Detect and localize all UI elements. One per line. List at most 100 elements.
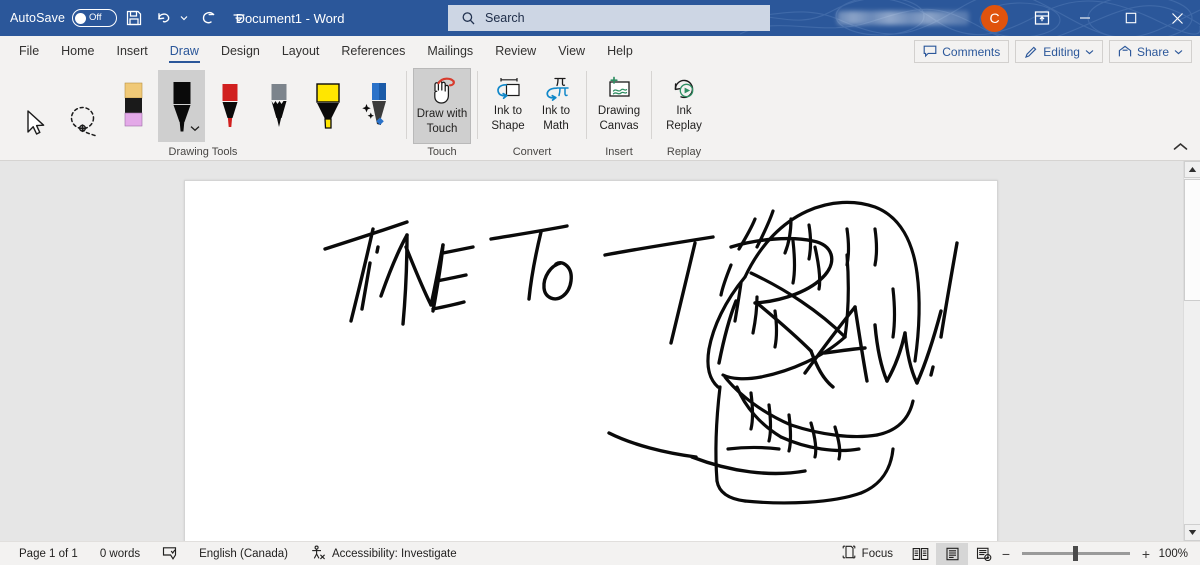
scroll-down-arrow-icon[interactable]	[1184, 524, 1200, 541]
pencil-icon	[1024, 45, 1038, 59]
zoom-in-button[interactable]: +	[1140, 546, 1152, 562]
ribbon-group-replay: Ink Replay Replay	[652, 65, 716, 161]
status-bar-left: Page 1 of 1 0 words English (Canada) Acc…	[0, 542, 468, 565]
eraser-tool[interactable]	[110, 70, 157, 142]
highlighter-icon	[316, 83, 340, 129]
close-button[interactable]	[1154, 0, 1200, 36]
ribbon: Drawing Tools Draw with Touch Touch Ink …	[0, 65, 1200, 161]
focus-mode-icon	[842, 545, 856, 562]
accessibility-status[interactable]: Accessibility: Investigate	[299, 542, 468, 565]
tab-layout[interactable]: Layout	[271, 36, 331, 65]
proofing-errors-icon[interactable]	[151, 542, 188, 565]
ink-to-shape-button[interactable]: Ink to Shape	[484, 68, 532, 144]
autosave-toggle[interactable]: Off	[72, 9, 118, 27]
title-bar: Document1 - Word AutoSave Off Search C	[0, 0, 1200, 36]
select-object-tool[interactable]	[12, 70, 59, 142]
save-icon[interactable]	[117, 3, 151, 33]
pen-red-tool[interactable]	[207, 70, 254, 142]
word-count[interactable]: 0 words	[89, 542, 151, 565]
maximize-button[interactable]	[1108, 0, 1154, 36]
ink-to-shape-label-line1: Ink to	[493, 105, 523, 117]
drawing-tools-items	[0, 65, 406, 144]
avatar[interactable]: C	[981, 4, 1008, 32]
tab-view[interactable]: View	[547, 36, 596, 65]
touch-items: Draw with Touch	[407, 65, 477, 144]
group-label-drawing-tools: Drawing Tools	[168, 146, 238, 158]
ribbon-group-touch: Draw with Touch Touch	[407, 65, 477, 161]
document-canvas-area	[0, 161, 1200, 545]
zoom-slider[interactable]	[1022, 546, 1130, 561]
focus-mode-button[interactable]: Focus	[831, 542, 904, 565]
replay-items: Ink Replay	[652, 65, 716, 144]
print-layout-button[interactable]	[936, 542, 968, 565]
highlighter-yellow-tool[interactable]	[305, 70, 352, 142]
editing-mode-button[interactable]: Editing	[1015, 40, 1103, 63]
ribbon-group-drawing-tools: Drawing Tools	[0, 65, 406, 161]
comments-button[interactable]: Comments	[914, 40, 1010, 63]
minimize-button[interactable]	[1062, 0, 1108, 36]
collapse-ribbon-chevron-icon[interactable]	[1173, 138, 1188, 156]
pencil-icon	[271, 84, 287, 127]
pen-icon	[222, 84, 238, 127]
ink-to-shape-label-line2: Shape	[491, 120, 525, 132]
pencil-gray-tool[interactable]	[256, 70, 303, 142]
tab-help[interactable]: Help	[596, 36, 644, 65]
tab-references[interactable]: References	[330, 36, 416, 65]
drawing-canvas-label-line2: Canvas	[599, 120, 639, 132]
ribbon-display-options-icon[interactable]	[1022, 0, 1062, 36]
chevron-down-icon[interactable]	[190, 119, 200, 137]
ink-replay-label-line2: Replay	[666, 120, 702, 132]
tab-label: Layout	[281, 43, 320, 58]
titlebar-right-controls: C	[837, 0, 1200, 36]
ink-replay-icon	[674, 79, 694, 99]
status-bar: Page 1 of 1 0 words English (Canada) Acc…	[0, 541, 1200, 565]
scroll-up-arrow-icon[interactable]	[1184, 161, 1200, 178]
avatar-initial: C	[989, 10, 1000, 26]
group-label-replay: Replay	[666, 146, 702, 158]
language-indicator[interactable]: English (Canada)	[188, 542, 299, 565]
chevron-down-icon	[1085, 49, 1094, 55]
tab-home[interactable]: Home	[50, 36, 105, 65]
draw-with-touch-button[interactable]: Draw with Touch	[413, 68, 471, 144]
undo-dropdown-chevron-icon[interactable]	[177, 3, 191, 33]
eraser-icon	[124, 82, 143, 127]
tab-label: Draw	[169, 43, 199, 58]
ink-to-math-icon	[546, 77, 569, 101]
undo-icon[interactable]	[151, 3, 177, 33]
ink-replay-button[interactable]: Ink Replay	[658, 68, 710, 144]
action-pen-tool[interactable]	[353, 70, 400, 142]
share-icon	[1118, 45, 1132, 58]
customize-quick-access-toolbar-icon[interactable]	[225, 3, 253, 33]
ink-to-math-label-line1: Ink to	[541, 105, 571, 117]
redo-icon[interactable]	[191, 3, 225, 33]
vertical-scrollbar[interactable]	[1183, 161, 1200, 541]
share-button[interactable]: Share	[1108, 40, 1192, 63]
page-count[interactable]: Page 1 of 1	[8, 542, 89, 565]
action-pen-icon	[361, 83, 386, 126]
pen-black-tool[interactable]	[158, 70, 205, 142]
tab-file[interactable]: File	[8, 36, 50, 65]
tab-review[interactable]: Review	[484, 36, 547, 65]
autosave-state-text: Off	[89, 12, 102, 24]
convert-items: Ink to Shape Ink to Math	[478, 65, 586, 144]
tab-draw[interactable]: Draw	[159, 36, 210, 65]
drawing-canvas-button[interactable]: Drawing Canvas	[593, 68, 645, 144]
tab-mailings[interactable]: Mailings	[416, 36, 484, 65]
autosave-knob	[75, 12, 87, 24]
ink-to-math-button[interactable]: Ink to Math	[532, 68, 580, 144]
zoom-slider-thumb[interactable]	[1073, 546, 1078, 561]
draw-with-touch-label-line2: Touch	[426, 123, 458, 135]
lasso-select-tool[interactable]	[61, 70, 108, 142]
tab-design[interactable]: Design	[210, 36, 271, 65]
search-box[interactable]	[448, 5, 770, 31]
read-mode-button[interactable]	[904, 543, 936, 565]
zoom-out-button[interactable]: −	[1000, 546, 1012, 562]
search-input[interactable]	[485, 11, 735, 25]
vertical-scroll-thumb[interactable]	[1184, 179, 1200, 301]
document-page[interactable]	[184, 180, 998, 545]
tab-label: Mailings	[427, 43, 474, 58]
word-application-window: Document1 - Word AutoSave Off Search C F…	[0, 0, 1200, 565]
tab-insert[interactable]: Insert	[106, 36, 159, 65]
group-label-insert: Insert	[605, 146, 633, 158]
web-layout-button[interactable]	[968, 543, 1000, 565]
